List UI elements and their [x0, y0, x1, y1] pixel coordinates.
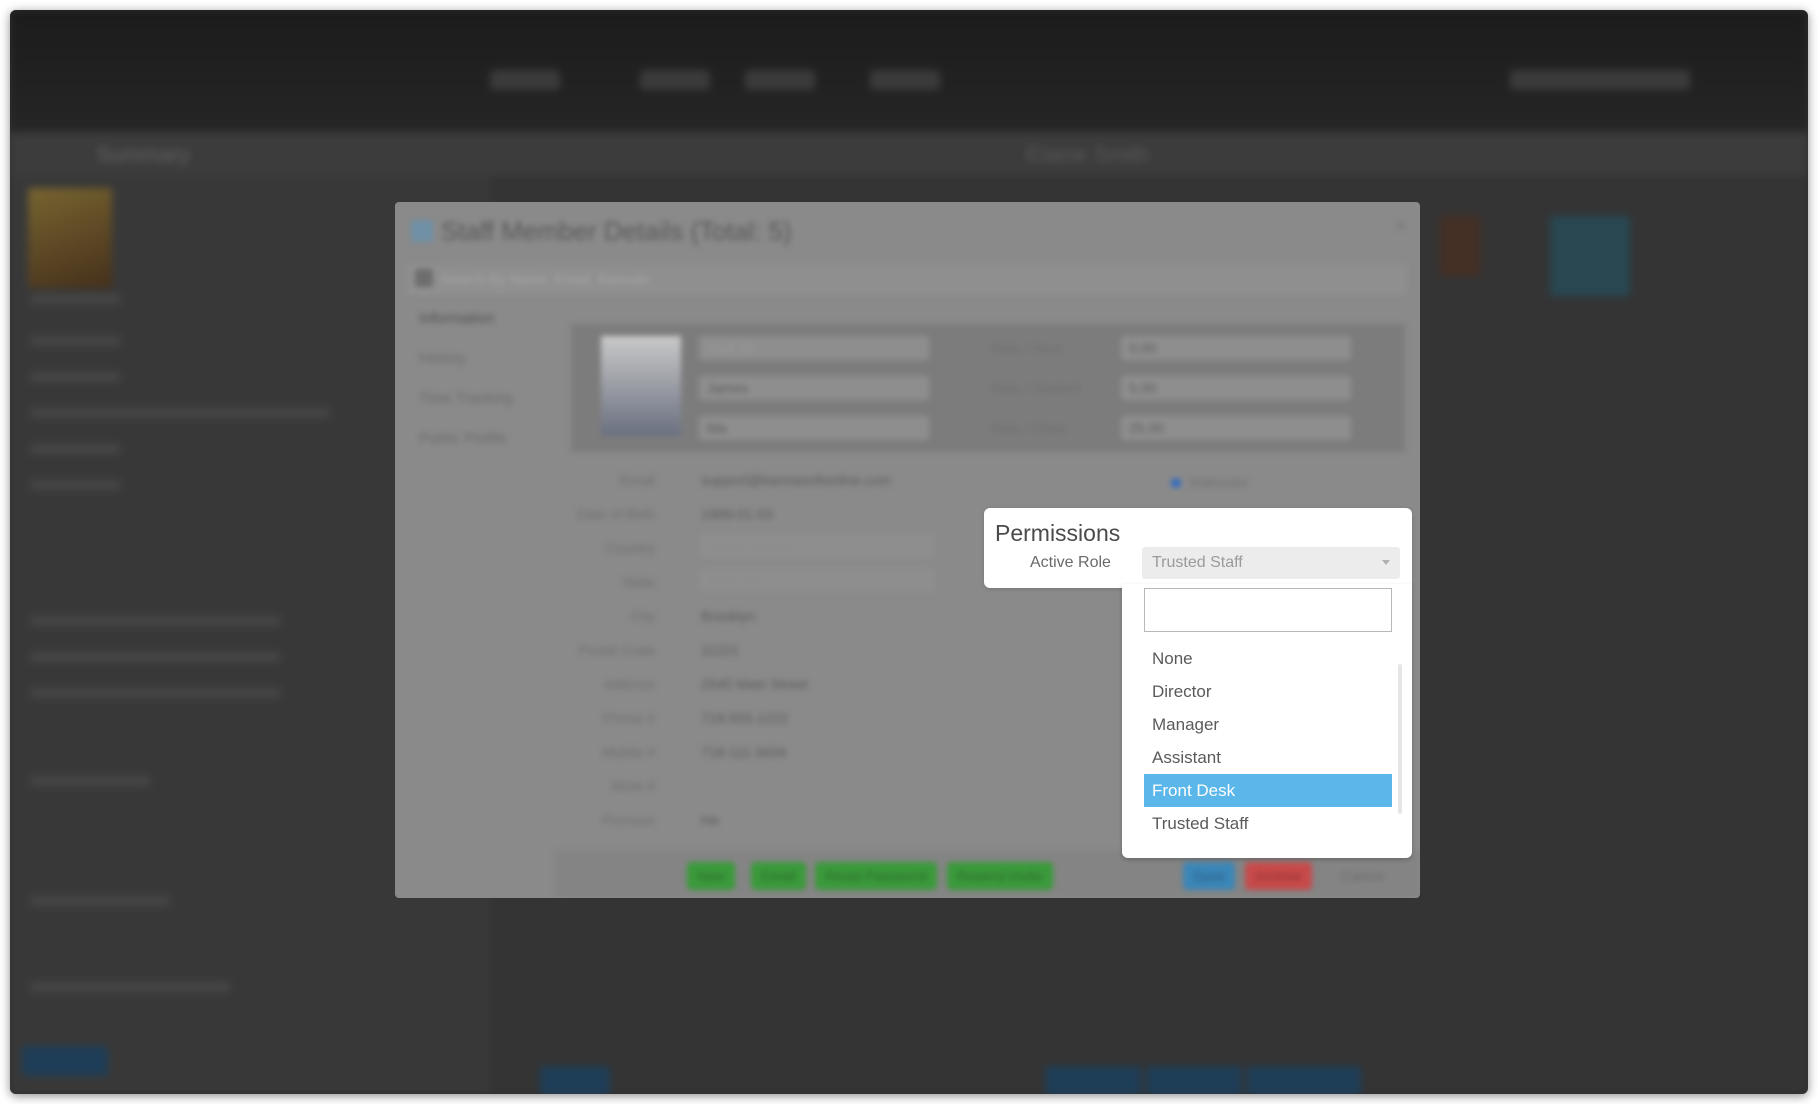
- instructor-label: Instructor: [1190, 474, 1249, 490]
- screenshot-frame: Summary Elaine Smith Staff Member Detail…: [10, 10, 1808, 1094]
- active-role-dropdown: None Director Manager Assistant Front De…: [1122, 584, 1412, 858]
- active-role-select[interactable]: Trusted Staff: [1142, 547, 1400, 579]
- dob-value[interactable]: 1989-01-03: [701, 506, 773, 522]
- staff-id-placeholder: Staff ID: [707, 340, 754, 356]
- permissions-panel: Permissions Active Role Trusted Staff: [984, 508, 1412, 588]
- postal-value[interactable]: 11221: [701, 642, 739, 658]
- search-icon: [415, 269, 433, 287]
- country-label: Country: [605, 540, 655, 556]
- last-name-value: Ma: [707, 420, 727, 436]
- role-options: None Director Manager Assistant Front De…: [1144, 642, 1392, 840]
- country-select[interactable]: United States: [699, 534, 935, 558]
- pronoun-value[interactable]: He: [701, 812, 719, 828]
- rate-student-label: Rate / Student: [991, 380, 1081, 396]
- tab-public-profile[interactable]: Public Profile: [419, 430, 507, 447]
- role-option-none[interactable]: None: [1144, 642, 1392, 675]
- postal-label: Postal Code: [578, 642, 655, 658]
- rate-class-value: 25.00: [1129, 420, 1165, 436]
- state-select[interactable]: New York: [699, 568, 935, 592]
- address-label: Address: [603, 676, 655, 692]
- staff-photo[interactable]: [601, 336, 681, 436]
- staff-id-field[interactable]: Staff ID: [699, 336, 929, 360]
- rate-class-label: Rate / Class: [991, 420, 1068, 436]
- role-option-director[interactable]: Director: [1144, 675, 1392, 708]
- modal-header: Staff Member Details (Total: 5) ×: [395, 202, 1420, 258]
- rate-hour-field[interactable]: 0.00: [1121, 336, 1351, 360]
- cancel-button[interactable]: Cancel: [1331, 862, 1395, 890]
- role-option-assistant[interactable]: Assistant: [1144, 741, 1392, 774]
- email-label: Email: [619, 472, 655, 488]
- save-button[interactable]: Save: [1183, 862, 1235, 890]
- reset-password-button[interactable]: Reset Password: [815, 862, 937, 890]
- dropdown-scrollbar[interactable]: [1398, 664, 1402, 814]
- state-label: State: [622, 574, 655, 590]
- city-label: City: [630, 608, 655, 624]
- first-name-field[interactable]: James: [699, 376, 929, 400]
- role-search-input[interactable]: [1144, 588, 1392, 632]
- email-button[interactable]: Email: [751, 862, 807, 890]
- dob-label: Date of Birth: [577, 506, 655, 522]
- rate-class-field[interactable]: 25.00: [1121, 416, 1351, 440]
- role-option-manager[interactable]: Manager: [1144, 708, 1392, 741]
- phone-value[interactable]: 718-555-1222: [701, 710, 788, 726]
- role-option-front-desk[interactable]: Front Desk: [1144, 774, 1392, 807]
- active-role-value: Trusted Staff: [1152, 554, 1243, 571]
- role-option-trusted-staff[interactable]: Trusted Staff: [1144, 807, 1392, 840]
- email-value[interactable]: support@karmasoftonline.com: [701, 472, 891, 488]
- mobile-value[interactable]: 718-111-3434: [701, 744, 786, 760]
- state-value: New York: [707, 572, 767, 588]
- staff-search[interactable]: Search By Name, Email, Barcode: [407, 264, 1407, 294]
- modal-title: Staff Member Details (Total: 5): [441, 216, 792, 246]
- new-button[interactable]: New: [687, 862, 736, 890]
- search-placeholder: Search By Name, Email, Barcode: [441, 271, 650, 287]
- modal-sidebar: Information History Time Tracking Public…: [405, 306, 553, 846]
- rate-hour-label: Rate / Hour: [991, 340, 1063, 356]
- rate-student-field[interactable]: 5.00: [1121, 376, 1351, 400]
- pronoun-label: Pronoun: [602, 812, 655, 828]
- caret-down-icon: [1382, 560, 1390, 565]
- active-role-label: Active Role: [1030, 554, 1111, 571]
- tab-time-tracking[interactable]: Time Tracking: [419, 390, 513, 407]
- profile-section: Staff ID James Ma Rate / Hour 0.00 Rate …: [571, 324, 1405, 452]
- permissions-title: Permissions: [995, 520, 1121, 546]
- tab-history[interactable]: History: [419, 350, 466, 367]
- tab-information[interactable]: Information: [419, 310, 494, 327]
- country-value: United States: [707, 538, 792, 554]
- instructor-checkbox[interactable]: [1171, 478, 1181, 488]
- rate-hour-value: 0.00: [1129, 340, 1157, 356]
- address-value[interactable]: 2545 Main Street: [701, 676, 808, 692]
- mobile-label: Mobile #: [602, 744, 655, 760]
- archive-button[interactable]: Archive: [1245, 862, 1312, 890]
- first-name-value: James: [707, 380, 749, 396]
- phone-label: Phone #: [602, 710, 655, 726]
- work-label: Work #: [610, 778, 655, 794]
- resend-invite-button[interactable]: Resend Invite: [947, 862, 1053, 890]
- staff-icon: [411, 220, 433, 242]
- close-icon[interactable]: ×: [1395, 216, 1406, 237]
- rate-student-value: 5.00: [1129, 380, 1157, 396]
- last-name-field[interactable]: Ma: [699, 416, 929, 440]
- city-value[interactable]: Brooklyn: [701, 608, 755, 624]
